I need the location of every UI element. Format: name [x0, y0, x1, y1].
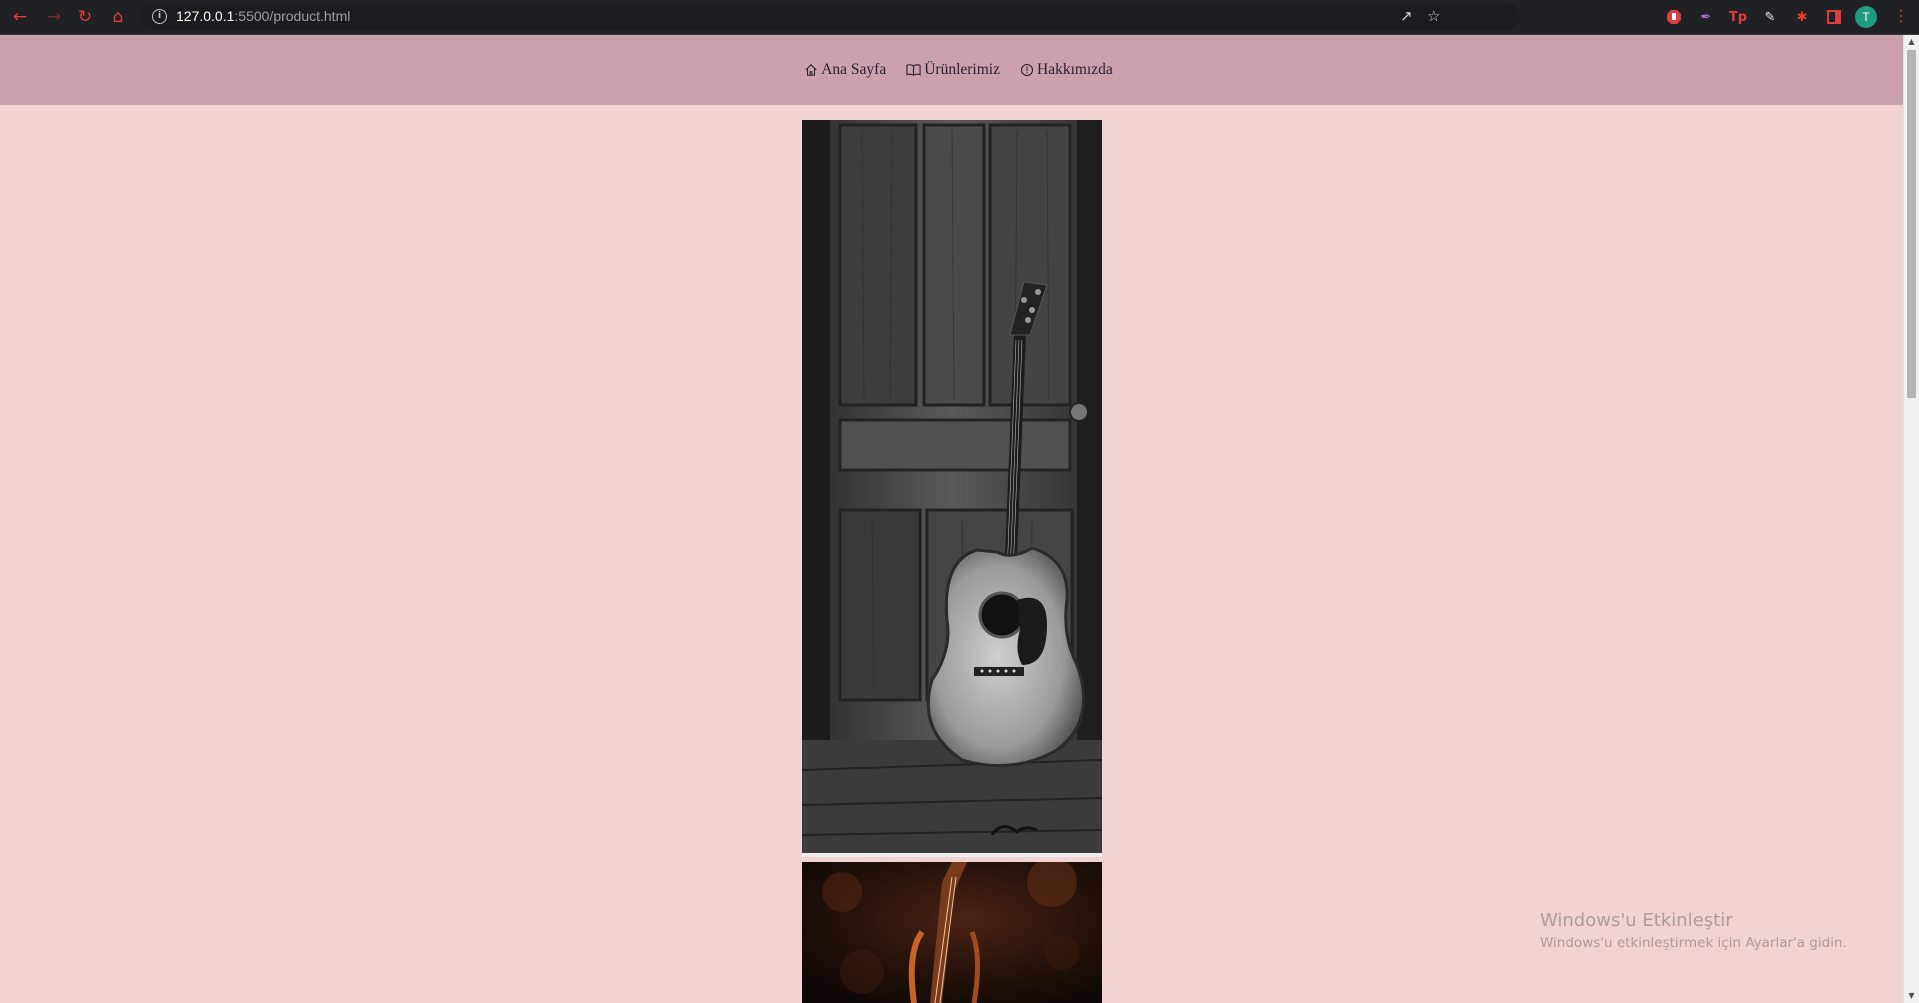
acoustic-guitar-photo: [802, 120, 1102, 857]
nav-item-products[interactable]: Ürünlerimiz: [906, 61, 1000, 79]
site-header: Ana Sayfa Ürünlerimiz Hakkımızda: [0, 35, 1903, 105]
sidepanel-icon[interactable]: [1824, 7, 1844, 27]
browser-toolbar: ← → ↻ ⌂ i 127.0.0.1:5500/product.html ↗ …: [0, 0, 1919, 35]
page-scrollbar[interactable]: ▲ ▼: [1903, 35, 1919, 1003]
nav-item-label: Ürünlerimiz: [924, 61, 1000, 78]
feather-extension-icon[interactable]: ✒: [1696, 7, 1716, 27]
scroll-down-arrow-icon[interactable]: ▼: [1904, 989, 1919, 1003]
nav-item-home[interactable]: Ana Sayfa: [804, 61, 886, 79]
bookmark-star-icon[interactable]: ☆: [1427, 7, 1440, 25]
windows-activation-watermark: Windows'u Etkinleştir Windows'u etkinleş…: [1540, 910, 1847, 951]
url-text[interactable]: 127.0.0.1:5500/product.html: [176, 8, 350, 24]
site-info-icon[interactable]: i: [152, 9, 167, 24]
violin-photo: [802, 862, 1102, 1003]
adblock-extension-icon[interactable]: [1664, 7, 1684, 27]
tp-extension-icon[interactable]: Tp: [1728, 7, 1748, 27]
home-button-icon[interactable]: ⌂: [107, 6, 129, 28]
url-path: :5500/product.html: [234, 8, 351, 24]
profile-avatar[interactable]: T: [1855, 6, 1877, 28]
reload-icon[interactable]: ↻: [74, 6, 96, 28]
url-host: 127.0.0.1: [176, 8, 235, 24]
menu-kebab-icon[interactable]: ⋮: [1893, 6, 1909, 25]
home-icon: [804, 63, 818, 77]
watermark-subtitle: Windows'u etkinleştirmek için Ayarlar'a …: [1540, 935, 1847, 951]
address-bar[interactable]: i 127.0.0.1:5500/product.html ↗ ☆: [140, 3, 1520, 30]
nav-item-label: Ana Sayfa: [821, 61, 887, 78]
pen-extension-icon[interactable]: ✎: [1760, 7, 1780, 27]
watermark-title: Windows'u Etkinleştir: [1540, 910, 1733, 931]
info-icon: [1020, 63, 1034, 77]
book-icon: [906, 63, 921, 77]
share-icon[interactable]: ↗: [1400, 7, 1413, 25]
main-nav: Ana Sayfa Ürünlerimiz Hakkımızda: [0, 35, 1903, 105]
nav-item-about[interactable]: Hakkımızda: [1020, 61, 1113, 79]
nav-item-label: Hakkımızda: [1037, 61, 1113, 78]
scroll-thumb[interactable]: [1907, 50, 1916, 398]
puzzle-extensions-icon[interactable]: ✱: [1792, 7, 1812, 27]
forward-icon[interactable]: →: [43, 6, 65, 28]
scroll-up-arrow-icon[interactable]: ▲: [1904, 35, 1919, 49]
back-icon[interactable]: ←: [9, 6, 31, 28]
